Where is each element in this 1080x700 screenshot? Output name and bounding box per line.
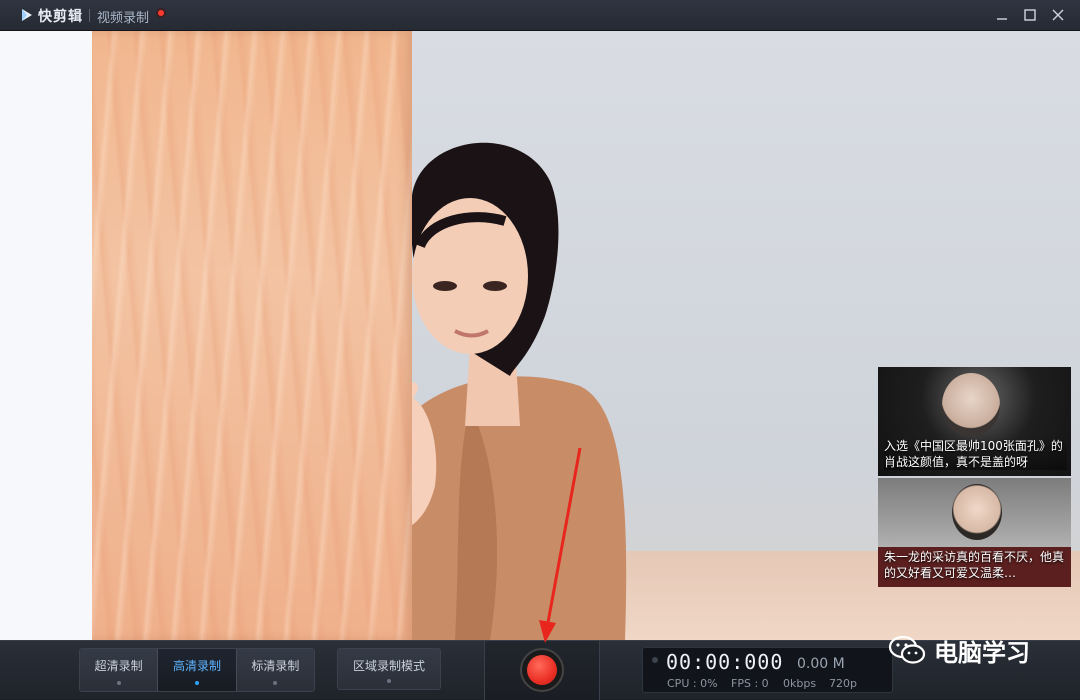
record-button[interactable] [520,648,564,692]
recording-preview: 入选《中国区最帅100张面孔》的肖战这颜值，真不是盖的呀 朱一龙的采访真的百看不… [0,31,1080,640]
status-led [652,657,658,663]
watermark: 电脑学习 [888,630,1030,670]
region-record-mode-button[interactable]: 区域录制模式 [337,648,441,690]
record-panel [484,641,600,700]
file-size: 0.00 M [797,656,845,672]
record-icon [527,655,557,685]
minimize-button[interactable] [992,6,1012,24]
recording-stats-panel: 00:00:000 0.00 M CPU : 0% FPS : 0 0kbps … [642,647,893,693]
recording-indicator-dot [158,10,164,16]
app-title: 快剪辑 [38,9,83,25]
thumbnail-card[interactable]: 朱一龙的采访真的百看不厌，他真的又好看又可爱又温柔… [878,478,1071,587]
mode-indicator-dot [194,681,199,685]
resolution-readout: 720p [829,677,857,690]
maximize-icon [1024,9,1036,21]
mode-indicator-dot [387,679,391,683]
thumbnail-caption: 入选《中国区最帅100张面孔》的肖战这颜值，真不是盖的呀 [884,438,1067,470]
minimize-icon [997,18,1007,20]
sd-label: 标清录制 [251,659,300,673]
close-button[interactable] [1048,6,1068,24]
mode-indicator-dot [116,681,121,685]
region-mode-label: 区域录制模式 [352,659,425,673]
bitrate-readout: 0kbps [783,677,817,690]
thumbnail-card[interactable]: 入选《中国区最帅100张面孔》的肖战这颜值，真不是盖的呀 [878,367,1071,476]
recording-timer: 00:00:000 [666,650,784,674]
sd-record-button[interactable]: 标清录制 [236,649,314,691]
mode-indicator-dot [273,681,278,685]
mode-title: 视频录制 [97,11,150,26]
wooden-board [92,31,412,640]
thumbnail-caption: 朱一龙的采访真的百看不厌，他真的又好看又可爱又温柔… [884,550,1065,580]
wechat-icon [888,635,926,664]
background-left [0,31,92,640]
ultra-hd-label: 超清录制 [94,659,143,673]
title-divider [89,9,90,22]
close-icon [1052,9,1064,21]
fps-readout: FPS : 0 [731,677,769,690]
ultra-hd-record-button[interactable]: 超清录制 [80,649,159,691]
hd-label: 高清录制 [172,659,221,673]
play-logo-icon [22,9,32,21]
cpu-usage: CPU : 0% [667,677,718,690]
hd-record-button[interactable]: 高清录制 [158,649,237,691]
video-thumbnail-list: 入选《中国区最帅100张面孔》的肖战这颜值，真不是盖的呀 朱一龙的采访真的百看不… [878,367,1071,587]
watermark-text: 电脑学习 [934,638,1030,667]
title-bar: 快剪辑 视频录制 [0,0,1080,31]
quality-mode-group: 超清录制 高清录制 标清录制 [79,648,315,692]
maximize-button[interactable] [1020,6,1040,24]
